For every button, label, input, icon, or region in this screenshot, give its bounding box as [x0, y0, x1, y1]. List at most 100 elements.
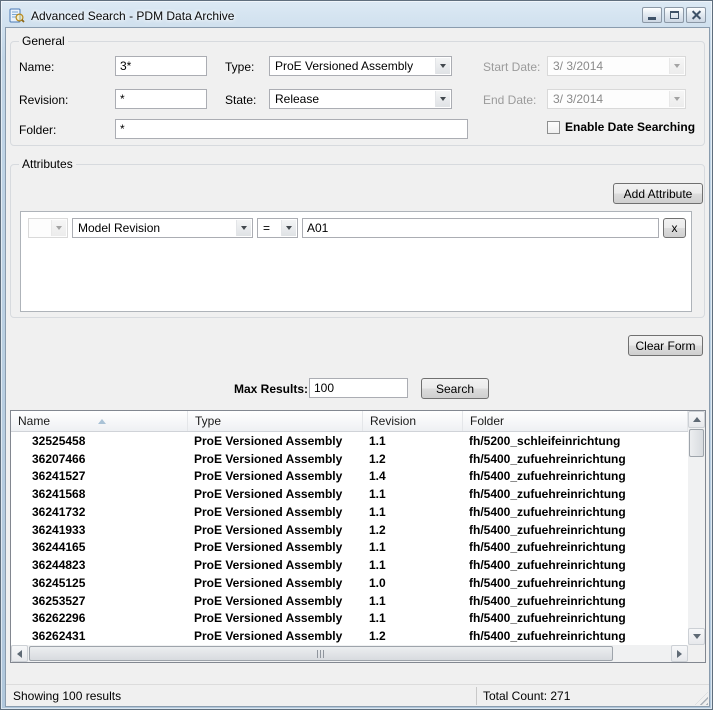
table-cell: 1.1 — [369, 558, 386, 573]
table-cell: ProE Versioned Assembly — [194, 487, 343, 502]
status-total-count: Total Count: 271 — [483, 689, 571, 703]
sort-ascending-icon — [98, 418, 107, 424]
attributes-legend: Attributes — [22, 157, 73, 171]
name-input[interactable] — [115, 56, 207, 76]
resize-grip[interactable] — [695, 692, 708, 705]
attribute-name-dropdown-button[interactable] — [236, 220, 251, 236]
table-row[interactable]: 32525458 ProE Versioned Assembly 1.1 fh/520… — [11, 432, 688, 450]
table-cell: 36241933 — [32, 522, 86, 537]
chevron-down-icon — [56, 226, 62, 230]
type-label: Type: — [225, 60, 255, 74]
attribute-logic-value — [29, 219, 50, 237]
table-cell: fh/5400_zufuehreinrichtung — [469, 469, 626, 484]
chevron-down-icon — [440, 64, 446, 68]
scroll-down-button[interactable] — [688, 628, 705, 645]
table-cell: fh/5400_zufuehreinrichtung — [469, 629, 626, 644]
horizontal-scrollbar-thumb[interactable] — [29, 646, 613, 661]
table-cell: 36244823 — [32, 558, 86, 573]
attribute-logic-select[interactable] — [28, 218, 68, 238]
vertical-scrollbar-thumb[interactable] — [689, 429, 704, 457]
add-attribute-button[interactable]: Add Attribute — [613, 183, 703, 204]
table-row[interactable]: 36244823 ProE Versioned Assembly 1.1 fh/540… — [11, 556, 688, 574]
column-header-type[interactable]: Type — [188, 411, 363, 431]
table-cell: 1.1 — [369, 611, 386, 626]
type-select-value: ProE Versioned Assembly — [275, 59, 414, 73]
table-cell: 36207466 — [32, 451, 86, 466]
table-row[interactable]: 36262296 ProE Versioned Assembly 1.1 fh/540… — [11, 609, 688, 628]
attribute-value-input[interactable] — [302, 218, 659, 238]
results-grid: Name Type Revision Folder 32525458 ProE V… — [11, 411, 688, 645]
chevron-down-icon — [286, 226, 292, 230]
scroll-right-button[interactable] — [671, 645, 688, 662]
type-dropdown-button[interactable] — [435, 58, 450, 74]
advanced-search-window: Advanced Search - PDM Data Archive Gener… — [0, 0, 713, 710]
table-row[interactable]: 36253527 ProE Versioned Assembly 1.1 fh/540… — [11, 591, 688, 610]
table-row[interactable]: 36244165 ProE Versioned Assembly 1.1 fh/540… — [11, 538, 688, 557]
table-cell: fh/5400_zufuehreinrichtung — [469, 451, 626, 466]
attribute-operator-value: = — [263, 221, 271, 235]
state-dropdown-button[interactable] — [435, 91, 450, 107]
state-label: State: — [225, 93, 257, 107]
minimize-button[interactable] — [642, 6, 662, 23]
table-cell: ProE Versioned Assembly — [194, 593, 343, 608]
scrollbar-grip-icon — [317, 649, 325, 658]
chevron-down-icon — [440, 97, 446, 101]
vertical-scrollbar[interactable] — [688, 411, 705, 645]
table-cell: 1.4 — [369, 469, 386, 484]
results-table: Name Type Revision Folder 32525458 ProE V… — [10, 410, 706, 663]
name-label: Name: — [19, 60, 55, 74]
table-cell: 36241527 — [32, 469, 86, 484]
table-cell: 36245125 — [32, 575, 86, 590]
maximize-button[interactable] — [664, 6, 684, 23]
table-cell: 1.1 — [369, 433, 386, 448]
table-row[interactable]: 36241568 ProE Versioned Assembly 1.1 fh/540… — [11, 485, 688, 503]
scroll-left-button[interactable] — [11, 645, 28, 662]
column-header-revision-label: Revision — [370, 414, 417, 428]
close-button[interactable] — [686, 6, 706, 23]
table-cell: ProE Versioned Assembly — [194, 504, 343, 519]
attribute-name-select[interactable]: Model Revision — [72, 218, 253, 238]
table-row[interactable]: 36241933 ProE Versioned Assembly 1.2 fh/540… — [11, 520, 688, 539]
table-row[interactable]: 36262431 ProE Versioned Assembly 1.2 fh/540… — [11, 627, 688, 645]
column-header-revision[interactable]: Revision — [363, 411, 463, 431]
remove-attribute-button[interactable]: x — [663, 218, 686, 238]
arrow-right-icon — [677, 649, 682, 658]
attribute-operator-dropdown-button[interactable] — [281, 220, 296, 236]
table-row[interactable]: 36241527 ProE Versioned Assembly 1.4 fh/540… — [11, 467, 688, 486]
table-cell: 32525458 — [32, 433, 86, 448]
table-body: 32525458 ProE Versioned Assembly 1.1 fh/520… — [11, 432, 688, 645]
folder-input[interactable] — [115, 119, 468, 139]
table-cell: 1.0 — [369, 575, 386, 590]
type-select[interactable]: ProE Versioned Assembly — [269, 56, 452, 76]
enable-date-searching-checkbox[interactable]: Enable Date Searching — [547, 120, 695, 134]
table-row[interactable]: 36245125 ProE Versioned Assembly 1.0 fh/540… — [11, 574, 688, 592]
table-cell: fh/5400_zufuehreinrichtung — [469, 540, 626, 555]
titlebar[interactable]: Advanced Search - PDM Data Archive — [1, 1, 712, 27]
revision-input[interactable] — [115, 89, 207, 109]
table-cell: 1.2 — [369, 522, 386, 537]
table-cell: fh/5400_zufuehreinrichtung — [469, 611, 626, 626]
state-select[interactable]: Release — [269, 89, 452, 109]
table-cell: ProE Versioned Assembly — [194, 540, 343, 555]
clear-form-button[interactable]: Clear Form — [628, 335, 703, 356]
table-cell: 36262431 — [32, 629, 86, 644]
arrow-left-icon — [17, 649, 22, 658]
max-results-input[interactable] — [309, 378, 408, 398]
column-header-folder-label: Folder — [470, 414, 505, 428]
start-date-label: Start Date: — [483, 60, 541, 74]
attribute-logic-dropdown-button[interactable] — [51, 220, 66, 236]
table-cell: 1.1 — [369, 504, 386, 519]
horizontal-scrollbar[interactable] — [11, 645, 688, 662]
scroll-up-button[interactable] — [688, 411, 705, 428]
status-bar: Showing 100 results Total Count: 271 — [6, 684, 709, 706]
table-cell: ProE Versioned Assembly — [194, 433, 343, 448]
search-button[interactable]: Search — [421, 378, 489, 399]
close-icon — [691, 10, 701, 20]
start-date-dropdown-button — [669, 58, 684, 74]
max-results-label: Max Results: — [233, 382, 308, 396]
attribute-operator-select[interactable]: = — [257, 218, 298, 238]
table-row[interactable]: 36207466 ProE Versioned Assembly 1.2 fh/540… — [11, 449, 688, 468]
column-header-name[interactable]: Name — [11, 411, 188, 431]
table-row[interactable]: 36241732 ProE Versioned Assembly 1.1 fh/540… — [11, 503, 688, 521]
column-header-folder[interactable]: Folder — [463, 411, 688, 431]
